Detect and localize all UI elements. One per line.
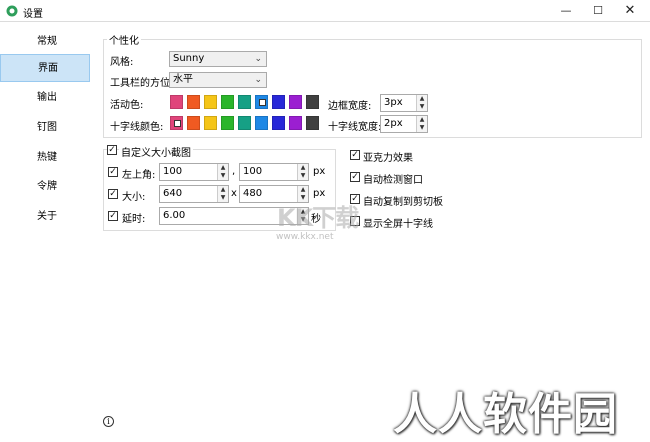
increment-icon[interactable]: ▲ — [218, 186, 228, 194]
crosshair-color-swatch-2[interactable] — [204, 116, 217, 130]
active-color-swatch-7[interactable] — [289, 95, 302, 109]
crosshair-color-swatch-4[interactable] — [238, 116, 251, 130]
decrement-icon[interactable]: ▼ — [417, 103, 427, 111]
crosshair-color-swatch-0[interactable] — [170, 116, 183, 130]
title-bar: 设置 — ☐ ✕ — [0, 0, 650, 22]
size-label: 大小: — [122, 192, 146, 203]
style-label: 风格: — [110, 57, 134, 68]
decrement-icon[interactable]: ▼ — [218, 172, 228, 180]
watermark-url: www.kkx.net — [276, 232, 334, 242]
size-checkbox[interactable]: ✓ — [108, 189, 118, 199]
active-color-swatch-8[interactable] — [306, 95, 319, 109]
crosshair-color-swatch-7[interactable] — [289, 116, 302, 130]
toolbar-position-value: 水平 — [173, 74, 193, 85]
delay-label: 延时: — [122, 214, 146, 225]
active-color-swatch-2[interactable] — [204, 95, 217, 109]
size-width-stepper[interactable]: 640 ▲ ▼ — [159, 185, 229, 203]
window-title: 设置 — [23, 9, 43, 20]
auto-detect-label: 自动检测窗口 — [363, 175, 423, 186]
size-height-value: 480 — [243, 188, 263, 199]
size-width-value: 640 — [163, 188, 183, 199]
sidebar: 常规 界面 输出 钉图 热键 令牌 关于 — [0, 22, 92, 439]
decrement-icon[interactable]: ▼ — [218, 194, 228, 202]
increment-icon[interactable]: ▲ — [298, 164, 308, 172]
active-color-swatch-1[interactable] — [187, 95, 200, 109]
watermark-brand: 人人软件园 — [393, 389, 618, 440]
crosshair-color-swatch-8[interactable] — [306, 116, 319, 130]
app-icon — [6, 5, 18, 17]
crosshair-color-swatch-1[interactable] — [187, 116, 200, 130]
custom-size-title: 自定义大小截图 — [119, 144, 193, 159]
active-color-label: 活动色: — [110, 100, 144, 111]
active-color-swatch-3[interactable] — [221, 95, 234, 109]
crosshair-color-swatch-5[interactable] — [255, 116, 268, 130]
active-color-swatch-5[interactable] — [255, 95, 268, 109]
crosshair-color-swatch-6[interactable] — [272, 116, 285, 130]
personalize-group-title: 个性化 — [107, 32, 141, 47]
active-color-swatch-4[interactable] — [238, 95, 251, 109]
watermark-logo: KK下载 — [277, 204, 359, 232]
crosshair-width-value: 2px — [384, 118, 403, 129]
delay-checkbox[interactable]: ✓ — [108, 211, 118, 221]
fullscreen-crosshair-label: 显示全屏十字线 — [363, 219, 433, 230]
increment-icon[interactable]: ▲ — [417, 116, 427, 124]
sidebar-item-pin[interactable]: 钉图 — [0, 114, 90, 142]
decrement-icon[interactable]: ▼ — [417, 124, 427, 132]
chevron-down-icon: ⌄ — [254, 75, 262, 85]
top-left-x-value: 100 — [163, 166, 183, 177]
custom-size-checkbox[interactable]: ✓ — [107, 145, 117, 155]
toolbar-position-label: 工具栏的方位: — [110, 78, 174, 89]
chevron-down-icon: ⌄ — [254, 54, 262, 64]
style-dropdown[interactable]: Sunny ⌄ — [169, 51, 267, 67]
minimize-button[interactable]: — — [550, 0, 582, 22]
sidebar-item-about[interactable]: 关于 — [0, 203, 90, 231]
maximize-button[interactable]: ☐ — [582, 0, 614, 22]
acrylic-label: 亚克力效果 — [363, 153, 413, 164]
sidebar-item-general[interactable]: 常规 — [0, 28, 90, 56]
top-left-checkbox[interactable]: ✓ — [108, 167, 118, 177]
close-button[interactable]: ✕ — [614, 0, 646, 22]
top-left-separator: , — [232, 166, 236, 177]
sidebar-item-interface[interactable]: 界面 — [0, 54, 90, 82]
border-width-value: 3px — [384, 97, 403, 108]
crosshair-width-stepper[interactable]: 2px ▲ ▼ — [380, 115, 428, 133]
crosshair-color-swatch-3[interactable] — [221, 116, 234, 130]
top-left-y-stepper[interactable]: 100 ▲ ▼ — [239, 163, 309, 181]
increment-icon[interactable]: ▲ — [417, 95, 427, 103]
sidebar-item-hotkey[interactable]: 热键 — [0, 144, 90, 172]
increment-icon[interactable]: ▲ — [218, 164, 228, 172]
top-left-x-stepper[interactable]: 100 ▲ ▼ — [159, 163, 229, 181]
acrylic-checkbox[interactable]: ✓ — [350, 150, 360, 160]
sidebar-item-token[interactable]: 令牌 — [0, 173, 90, 201]
top-left-label: 左上角: — [122, 170, 156, 181]
decrement-icon[interactable]: ▼ — [298, 172, 308, 180]
crosshair-width-label: 十字线宽度: — [328, 122, 382, 133]
delay-value: 6.00 — [163, 210, 186, 221]
active-color-swatch-0[interactable] — [170, 95, 183, 109]
active-color-swatch-6[interactable] — [272, 95, 285, 109]
toolbar-position-dropdown[interactable]: 水平 ⌄ — [169, 72, 267, 88]
crosshair-color-label: 十字线颜色: — [110, 122, 164, 133]
increment-icon[interactable]: ▲ — [298, 186, 308, 194]
sidebar-item-output[interactable]: 输出 — [0, 84, 90, 112]
border-width-label: 边框宽度: — [328, 101, 372, 112]
top-left-unit: px — [313, 166, 326, 177]
auto-detect-checkbox[interactable]: ✓ — [350, 172, 360, 182]
top-left-y-value: 100 — [243, 166, 263, 177]
auto-copy-label: 自动复制到剪切板 — [363, 197, 443, 208]
info-icon[interactable]: i — [103, 416, 114, 427]
style-value: Sunny — [173, 53, 205, 64]
border-width-stepper[interactable]: 3px ▲ ▼ — [380, 94, 428, 112]
size-separator: x — [231, 188, 237, 199]
